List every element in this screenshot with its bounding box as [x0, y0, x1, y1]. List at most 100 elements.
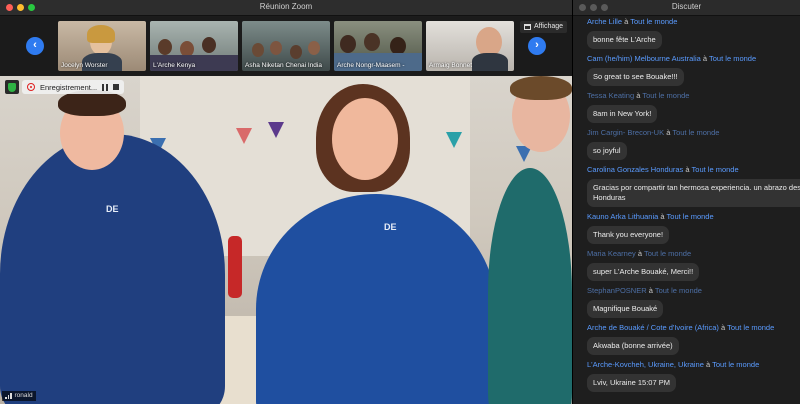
message-text: super L'Arche Bouaké, Merci!!	[587, 263, 700, 281]
participant-name: Asha Niketan Chenai India	[245, 62, 322, 69]
message-sender-line: Arche Lille à Tout le monde	[587, 17, 800, 27]
message-sender[interactable]: StephanPOSNER	[587, 286, 647, 295]
message-audience: Tout le monde	[691, 165, 739, 174]
next-participants-button[interactable]: ›	[528, 37, 546, 55]
to-label: à	[648, 286, 653, 295]
participant-name: Arche Nongr-Maasem -	[337, 62, 405, 69]
stop-recording-button[interactable]	[113, 84, 120, 90]
window-icon	[524, 24, 531, 30]
message-text: Lviv, Ukraine 15:07 PM	[587, 374, 676, 392]
participant-left	[0, 134, 225, 404]
fire-extinguisher	[228, 236, 242, 298]
zoom-meeting-window: Réunion Zoom ‹ Jocelyn Worster L'Arche K…	[0, 0, 572, 404]
jacket-logo: DE	[106, 204, 119, 214]
pause-recording-button[interactable]	[102, 83, 109, 91]
chat-message: L'Arche-Kovcheh, Ukraine, Ukraine à Tout…	[587, 360, 800, 397]
chat-message: StephanPOSNER à Tout le monde Magnifique…	[587, 286, 800, 323]
message-audience: Tout le monde	[709, 54, 757, 63]
message-audience: Tout le monde	[642, 91, 690, 100]
screen: Réunion Zoom ‹ Jocelyn Worster L'Arche K…	[0, 0, 800, 404]
jacket-logo: DE	[384, 222, 397, 232]
message-sender-line: StephanPOSNER à Tout le monde	[587, 286, 800, 296]
message-sender[interactable]: Maria Kearney	[587, 249, 636, 258]
recording-label: Enregistrement...	[40, 82, 98, 92]
participant-name: L'Arche Kenya	[153, 62, 196, 69]
participant-right	[488, 168, 572, 404]
message-audience: Tout le monde	[727, 323, 775, 332]
message-audience: Tout le monde	[672, 128, 720, 137]
chat-titlebar: Discuter	[573, 0, 800, 16]
message-sender-line: Tessa Keating à Tout le monde	[587, 91, 800, 101]
message-sender[interactable]: Cam (he/him) Melbourne Australia	[587, 54, 701, 63]
to-label: à	[666, 128, 671, 137]
record-icon	[27, 83, 35, 91]
chat-message: Tessa Keating à Tout le monde 8am in New…	[587, 91, 800, 128]
message-sender-line: Kauno Arka Lithuania à Tout le monde	[587, 212, 800, 222]
chat-window: Discuter Arche Lille à Tout le monde bon…	[572, 0, 800, 404]
self-name: ronald	[14, 392, 33, 399]
message-sender-line: Maria Kearney à Tout le monde	[587, 249, 800, 259]
message-text: 8am in New York!	[587, 105, 658, 123]
view-label: Affichage	[534, 23, 564, 30]
security-shield-icon[interactable]	[5, 80, 19, 94]
to-label: à	[636, 91, 641, 100]
message-text: So great to see Bouake!!!	[587, 68, 684, 86]
chat-message: Arche de Bouaké / Cote d'Ivoire (Africa)…	[587, 323, 800, 360]
message-sender-line: Cam (he/him) Melbourne Australia à Tout …	[587, 54, 800, 64]
signal-bars-icon	[5, 393, 12, 399]
message-audience: Tout le monde	[630, 17, 678, 26]
message-sender-line: Carolina Gonzales Honduras à Tout le mon…	[587, 165, 800, 175]
zoom-titlebar: Réunion Zoom	[0, 0, 572, 16]
active-speaker-video: DE DE	[0, 76, 572, 404]
chat-message: Jim Cargin- Brecon-UK à Tout le monde so…	[587, 128, 800, 165]
chat-window-title: Discuter	[671, 2, 702, 11]
chat-message-list[interactable]: Arche Lille à Tout le monde bonne fête L…	[573, 17, 800, 404]
participant-name: Armaig Bonnet	[429, 62, 472, 69]
to-label: à	[706, 360, 711, 369]
previous-participants-button[interactable]: ‹	[26, 37, 44, 55]
chat-message: Arche Lille à Tout le monde bonne fête L…	[587, 17, 800, 54]
chat-message: Kauno Arka Lithuania à Tout le monde Tha…	[587, 212, 800, 249]
recording-indicator: Enregistrement...	[22, 80, 125, 94]
message-audience: Tout le monde	[644, 249, 692, 258]
message-sender[interactable]: Tessa Keating	[587, 91, 634, 100]
message-sender[interactable]: Arche de Bouaké / Cote d'Ivoire (Africa)	[587, 323, 719, 332]
chat-message: Cam (he/him) Melbourne Australia à Tout …	[587, 54, 800, 91]
message-sender[interactable]: Carolina Gonzales Honduras	[587, 165, 683, 174]
message-sender-line: Jim Cargin- Brecon-UK à Tout le monde	[587, 128, 800, 138]
self-name-tag: ronald	[2, 391, 36, 401]
message-sender[interactable]: Jim Cargin- Brecon-UK	[587, 128, 664, 137]
chat-message: Carolina Gonzales Honduras à Tout le mon…	[587, 165, 800, 212]
participant-tile[interactable]: Asha Niketan Chenai India	[242, 21, 330, 71]
recording-bar: Enregistrement...	[5, 80, 125, 94]
participant-tile[interactable]: Jocelyn Worster	[58, 21, 146, 71]
participant-tile[interactable]: L'Arche Kenya	[150, 21, 238, 71]
participant-name: Jocelyn Worster	[61, 62, 108, 69]
message-audience: Tout le monde	[666, 212, 714, 221]
message-text: Gracias por compartir tan hermosa experi…	[587, 179, 800, 207]
message-text: so joyful	[587, 142, 627, 160]
message-sender-line: Arche de Bouaké / Cote d'Ivoire (Africa)…	[587, 323, 787, 333]
message-text: bonne fête L'Arche	[587, 31, 662, 49]
to-label: à	[637, 249, 643, 258]
message-text: Akwaba (bonne arrivée)	[587, 337, 679, 355]
to-label: à	[721, 323, 726, 332]
to-label: à	[685, 165, 690, 174]
chevron-left-icon: ‹	[33, 39, 37, 51]
message-text: Magnifique Bouaké	[587, 300, 664, 318]
message-text: Thank you everyone!	[587, 226, 670, 244]
message-audience: Tout le monde	[654, 286, 702, 295]
chevron-right-icon: ›	[535, 39, 539, 51]
to-label: à	[660, 212, 665, 221]
participant-tile[interactable]: Armaig Bonnet	[426, 21, 514, 71]
view-button[interactable]: Affichage	[520, 21, 568, 33]
to-label: à	[702, 54, 708, 63]
to-label: à	[624, 17, 629, 26]
message-sender[interactable]: Arche Lille	[587, 17, 622, 26]
message-sender[interactable]: Kauno Arka Lithuania	[587, 212, 658, 221]
message-audience: Tout le monde	[712, 360, 760, 369]
message-sender[interactable]: L'Arche-Kovcheh, Ukraine, Ukraine	[587, 360, 704, 369]
participant-strip: ‹ Jocelyn Worster L'Arche Kenya Asha Nik…	[0, 17, 572, 75]
message-sender-line: L'Arche-Kovcheh, Ukraine, Ukraine à Tout…	[587, 360, 800, 370]
participant-tile[interactable]: Arche Nongr-Maasem -	[334, 21, 422, 71]
